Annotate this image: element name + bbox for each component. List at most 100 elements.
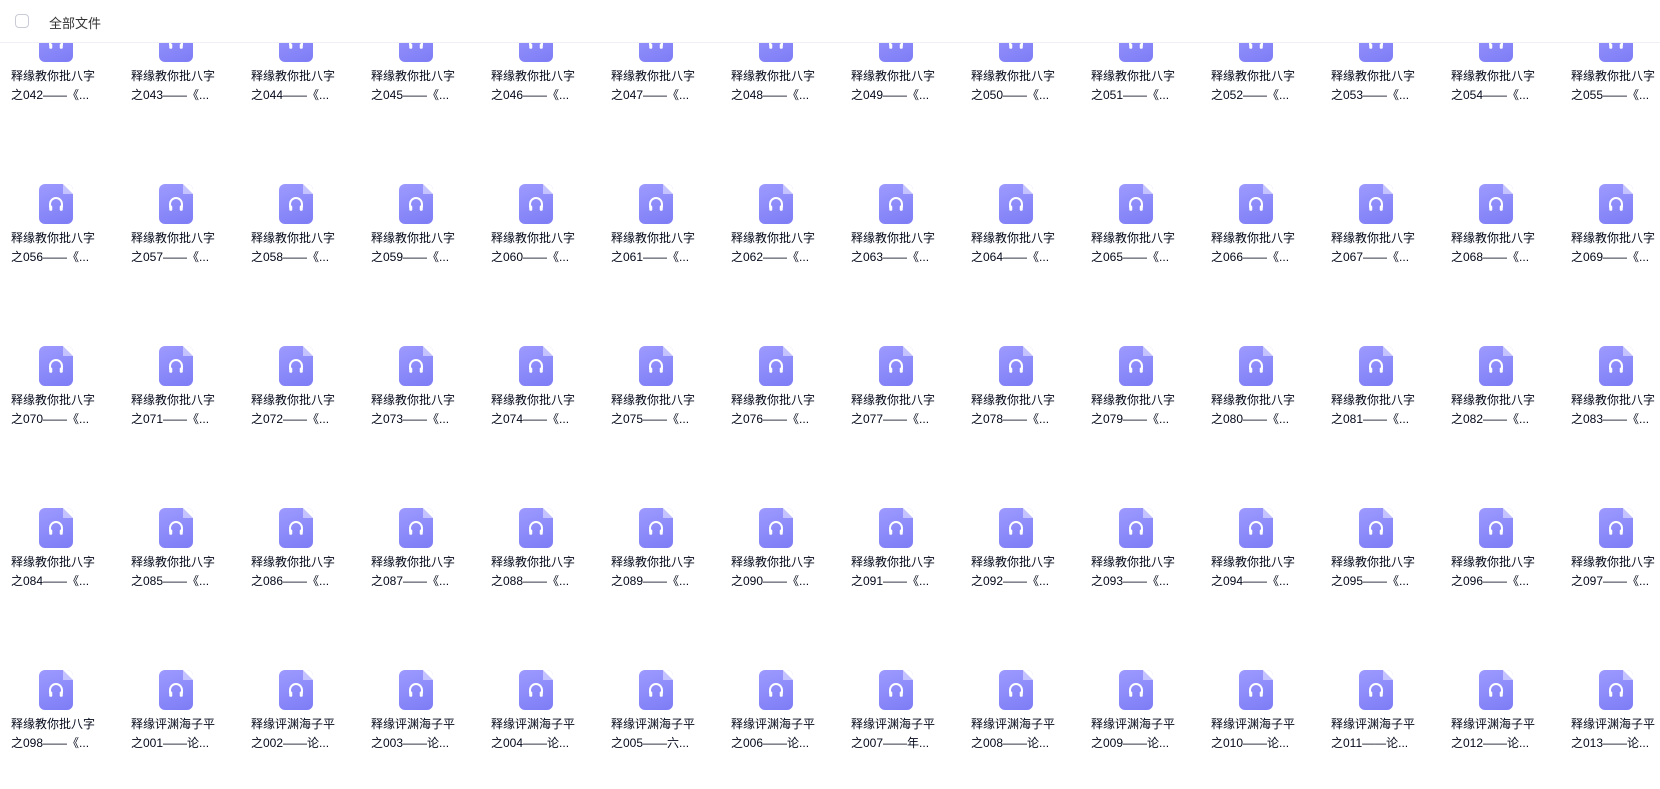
file-item[interactable]: 释缘教你批八字 之081——《...	[1320, 346, 1440, 456]
file-item[interactable]: 释缘评渊海子平 之012——论...	[1440, 670, 1560, 780]
file-item[interactable]: 释缘评渊海子平 之011——论...	[1320, 670, 1440, 780]
file-item[interactable]: 释缘评渊海子平 之003——论...	[360, 670, 480, 780]
file-item[interactable]: 释缘教你批八字 之075——《...	[600, 346, 720, 456]
file-grid: 释缘教你批八字 之042——《... 释缘教你批八字 之043——《... 释缘教你批八…	[0, 0, 1660, 789]
file-name: 释缘教你批八字 之043——《...	[131, 67, 221, 105]
file-item[interactable]: 释缘教你批八字 之076——《...	[720, 346, 840, 456]
file-name: 释缘教你批八字 之097——《...	[1571, 553, 1660, 591]
file-item[interactable]: 释缘评渊海子平 之010——论...	[1200, 670, 1320, 780]
file-item[interactable]: 释缘教你批八字 之074——《...	[480, 346, 600, 456]
file-item[interactable]: 释缘教你批八字 之072——《...	[240, 346, 360, 456]
file-name: 释缘教你批八字 之055——《...	[1571, 67, 1660, 105]
file-item[interactable]: 释缘教你批八字 之079——《...	[1080, 346, 1200, 456]
file-name-line-1: 释缘教你批八字	[1211, 393, 1296, 407]
file-name-line-1: 释缘教你批八字	[971, 231, 1056, 245]
file-item[interactable]: 释缘教你批八字 之056——《...	[0, 184, 120, 294]
file-name-line-1: 释缘评渊海子平	[251, 717, 336, 731]
file-item[interactable]: 释缘教你批八字 之057——《...	[120, 184, 240, 294]
file-item[interactable]: 释缘教你批八字 之060——《...	[480, 184, 600, 294]
file-item[interactable]: 释缘教你批八字 之089——《...	[600, 508, 720, 618]
headphones-audio-icon	[39, 508, 73, 548]
file-name: 释缘教你批八字 之088——《...	[491, 553, 581, 591]
file-name: 释缘教你批八字 之047——《...	[611, 67, 701, 105]
file-name-line-2: 之061——《...	[611, 250, 690, 264]
file-item[interactable]: 释缘教你批八字 之086——《...	[240, 508, 360, 618]
file-item[interactable]: 释缘评渊海子平 之004——论...	[480, 670, 600, 780]
file-item[interactable]: 释缘教你批八字 之062——《...	[720, 184, 840, 294]
file-item[interactable]: 释缘评渊海子平 之007——年...	[840, 670, 960, 780]
file-name: 释缘教你批八字 之093——《...	[1091, 553, 1181, 591]
file-item[interactable]: 释缘教你批八字 之071——《...	[120, 346, 240, 456]
file-item[interactable]: 释缘教你批八字 之080——《...	[1200, 346, 1320, 456]
file-item[interactable]: 释缘教你批八字 之077——《...	[840, 346, 960, 456]
file-name: 释缘教你批八字 之063——《...	[851, 229, 941, 267]
file-item[interactable]: 释缘教你批八字 之095——《...	[1320, 508, 1440, 618]
file-item[interactable]: 释缘教你批八字 之065——《...	[1080, 184, 1200, 294]
select-all-checkbox[interactable]	[15, 14, 29, 28]
file-item[interactable]: 释缘评渊海子平 之006——论...	[720, 670, 840, 780]
file-name: 释缘教你批八字 之053——《...	[1331, 67, 1421, 105]
file-item[interactable]: 释缘教你批八字 之094——《...	[1200, 508, 1320, 618]
file-item[interactable]: 释缘教你批八字 之083——《...	[1560, 346, 1660, 456]
headphones-audio-icon	[1479, 670, 1513, 710]
file-name-line-2: 之068——《...	[1451, 250, 1530, 264]
headphones-audio-icon	[879, 508, 913, 548]
file-item[interactable]: 释缘教你批八字 之063——《...	[840, 184, 960, 294]
file-item[interactable]: 释缘教你批八字 之091——《...	[840, 508, 960, 618]
file-name-line-1: 释缘教你批八字	[131, 69, 216, 83]
file-item[interactable]: 释缘教你批八字 之073——《...	[360, 346, 480, 456]
file-name-line-2: 之070——《...	[11, 412, 90, 426]
file-name: 释缘教你批八字 之086——《...	[251, 553, 341, 591]
file-name-line-1: 释缘教你批八字	[371, 231, 456, 245]
file-item[interactable]: 释缘评渊海子平 之009——论...	[1080, 670, 1200, 780]
file-item[interactable]: 释缘评渊海子平 之001——论...	[120, 670, 240, 780]
file-item[interactable]: 释缘评渊海子平 之002——论...	[240, 670, 360, 780]
file-item[interactable]: 释缘教你批八字 之070——《...	[0, 346, 120, 456]
file-name: 释缘教你批八字 之057——《...	[131, 229, 221, 267]
file-item[interactable]: 释缘教你批八字 之093——《...	[1080, 508, 1200, 618]
file-name: 释缘教你批八字 之068——《...	[1451, 229, 1541, 267]
file-item[interactable]: 释缘教你批八字 之061——《...	[600, 184, 720, 294]
headphones-audio-icon	[759, 670, 793, 710]
file-item[interactable]: 释缘教你批八字 之069——《...	[1560, 184, 1660, 294]
file-name-line-2: 之050——《...	[971, 88, 1050, 102]
file-name: 释缘教你批八字 之092——《...	[971, 553, 1061, 591]
headphones-audio-icon	[1239, 508, 1273, 548]
file-name-line-1: 释缘教你批八字	[11, 717, 96, 731]
file-item[interactable]: 释缘教你批八字 之084——《...	[0, 508, 120, 618]
file-item[interactable]: 释缘教你批八字 之092——《...	[960, 508, 1080, 618]
file-name: 释缘教你批八字 之054——《...	[1451, 67, 1541, 105]
file-name-line-2: 之053——《...	[1331, 88, 1410, 102]
file-item[interactable]: 释缘教你批八字 之097——《...	[1560, 508, 1660, 618]
file-list-header: 全部文件	[0, 0, 1660, 43]
file-item[interactable]: 释缘教你批八字 之090——《...	[720, 508, 840, 618]
file-item[interactable]: 释缘教你批八字 之098——《...	[0, 670, 120, 780]
file-item[interactable]: 释缘评渊海子平 之008——论...	[960, 670, 1080, 780]
file-name: 释缘评渊海子平 之012——论...	[1451, 715, 1541, 753]
file-item[interactable]: 释缘教你批八字 之068——《...	[1440, 184, 1560, 294]
headphones-audio-icon	[879, 346, 913, 386]
file-item[interactable]: 释缘教你批八字 之059——《...	[360, 184, 480, 294]
file-item[interactable]: 释缘教你批八字 之064——《...	[960, 184, 1080, 294]
headphones-audio-icon	[999, 346, 1033, 386]
file-item[interactable]: 释缘教你批八字 之066——《...	[1200, 184, 1320, 294]
file-name: 释缘教你批八字 之096——《...	[1451, 553, 1541, 591]
file-item[interactable]: 释缘教你批八字 之085——《...	[120, 508, 240, 618]
file-item[interactable]: 释缘教你批八字 之078——《...	[960, 346, 1080, 456]
headphones-audio-icon	[1119, 508, 1153, 548]
file-name-line-2: 之072——《...	[251, 412, 330, 426]
file-name-line-1: 释缘教你批八字	[851, 393, 936, 407]
file-item[interactable]: 释缘教你批八字 之067——《...	[1320, 184, 1440, 294]
file-item[interactable]: 释缘教你批八字 之087——《...	[360, 508, 480, 618]
file-item[interactable]: 释缘评渊海子平 之005——六...	[600, 670, 720, 780]
file-name-line-1: 释缘教你批八字	[131, 231, 216, 245]
file-name-line-2: 之090——《...	[731, 574, 810, 588]
file-name-line-2: 之092——《...	[971, 574, 1050, 588]
file-item[interactable]: 释缘教你批八字 之088——《...	[480, 508, 600, 618]
file-item[interactable]: 释缘教你批八字 之058——《...	[240, 184, 360, 294]
file-name: 释缘教你批八字 之058——《...	[251, 229, 341, 267]
file-name-line-1: 释缘教你批八字	[491, 231, 576, 245]
file-item[interactable]: 释缘评渊海子平 之013——论...	[1560, 670, 1660, 780]
file-item[interactable]: 释缘教你批八字 之096——《...	[1440, 508, 1560, 618]
file-item[interactable]: 释缘教你批八字 之082——《...	[1440, 346, 1560, 456]
